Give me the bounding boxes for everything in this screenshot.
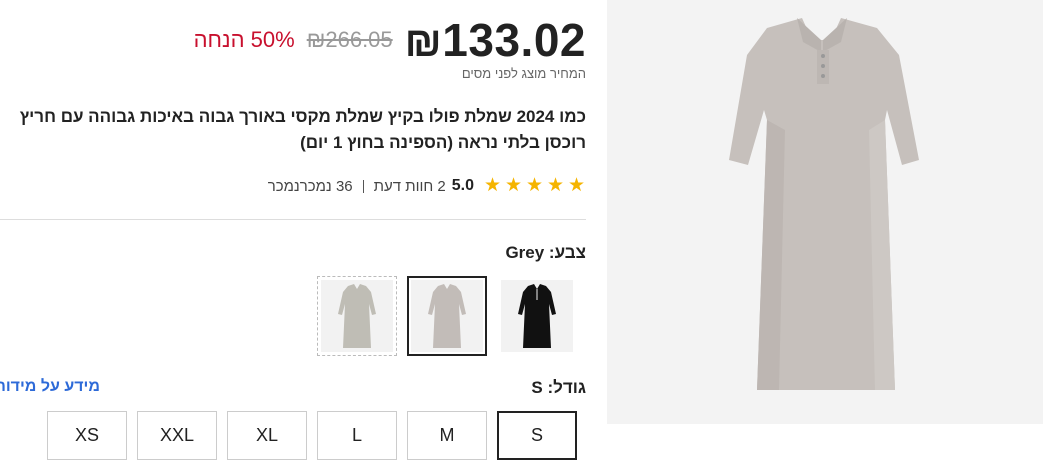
size-option-xl[interactable]: XL [227,411,307,460]
color-swatch-black[interactable] [497,276,577,356]
tax-note: המחיר מוצג לפני מסים [461,66,586,81]
dress-image [607,0,1043,424]
color-swatch-grey[interactable] [407,276,487,356]
current-price: ₪133.02 [404,14,586,66]
size-option-s[interactable]: S [497,411,577,460]
reviews-count[interactable]: 2 חוות דעת [374,178,446,195]
size-option-m[interactable]: M [407,411,487,460]
swatch-image [411,280,483,352]
rating-row[interactable]: ★ ★ ★ ★ ★ 5.0 2 חוות דעת 36 נמכרנמכר [268,175,586,197]
size-guide-link[interactable]: מידע על מידות [0,378,100,396]
color-swatch-light-grey[interactable] [317,276,397,356]
rating-value: 5.0 [451,177,474,194]
swatch-image [321,280,393,352]
star-icon: ★ [568,175,586,196]
rating-stars: ★ ★ ★ ★ ★ [484,175,586,196]
dress-thumbnail [428,284,466,348]
size-label: גודל: S [531,378,586,397]
star-icon: ★ [526,175,544,196]
sold-count: 36 נמכרנמכר [267,177,353,195]
dress-thumbnail [518,284,556,348]
star-icon: ★ [547,175,565,196]
original-price: ₪266.05 [306,27,393,52]
star-icon: ★ [505,175,523,196]
color-label: צבע: Grey [505,243,586,262]
size-option-xs[interactable]: XS [47,411,127,460]
discount-badge: 50% הנחה [193,27,295,52]
star-icon: ★ [484,175,502,196]
size-option-xxl[interactable]: XXL [137,411,217,460]
price-row: ₪133.02 ₪266.05 50% הנחה [126,10,586,70]
dress-thumbnail [338,284,376,348]
separator [362,179,364,193]
product-title: כמו 2024 שמלת פולו בקיץ שמלת מקסי באורך … [19,107,586,152]
product-main-image[interactable] [607,0,1043,424]
divider [0,219,586,220]
swatch-image [501,280,573,352]
size-option-l[interactable]: L [317,411,397,460]
